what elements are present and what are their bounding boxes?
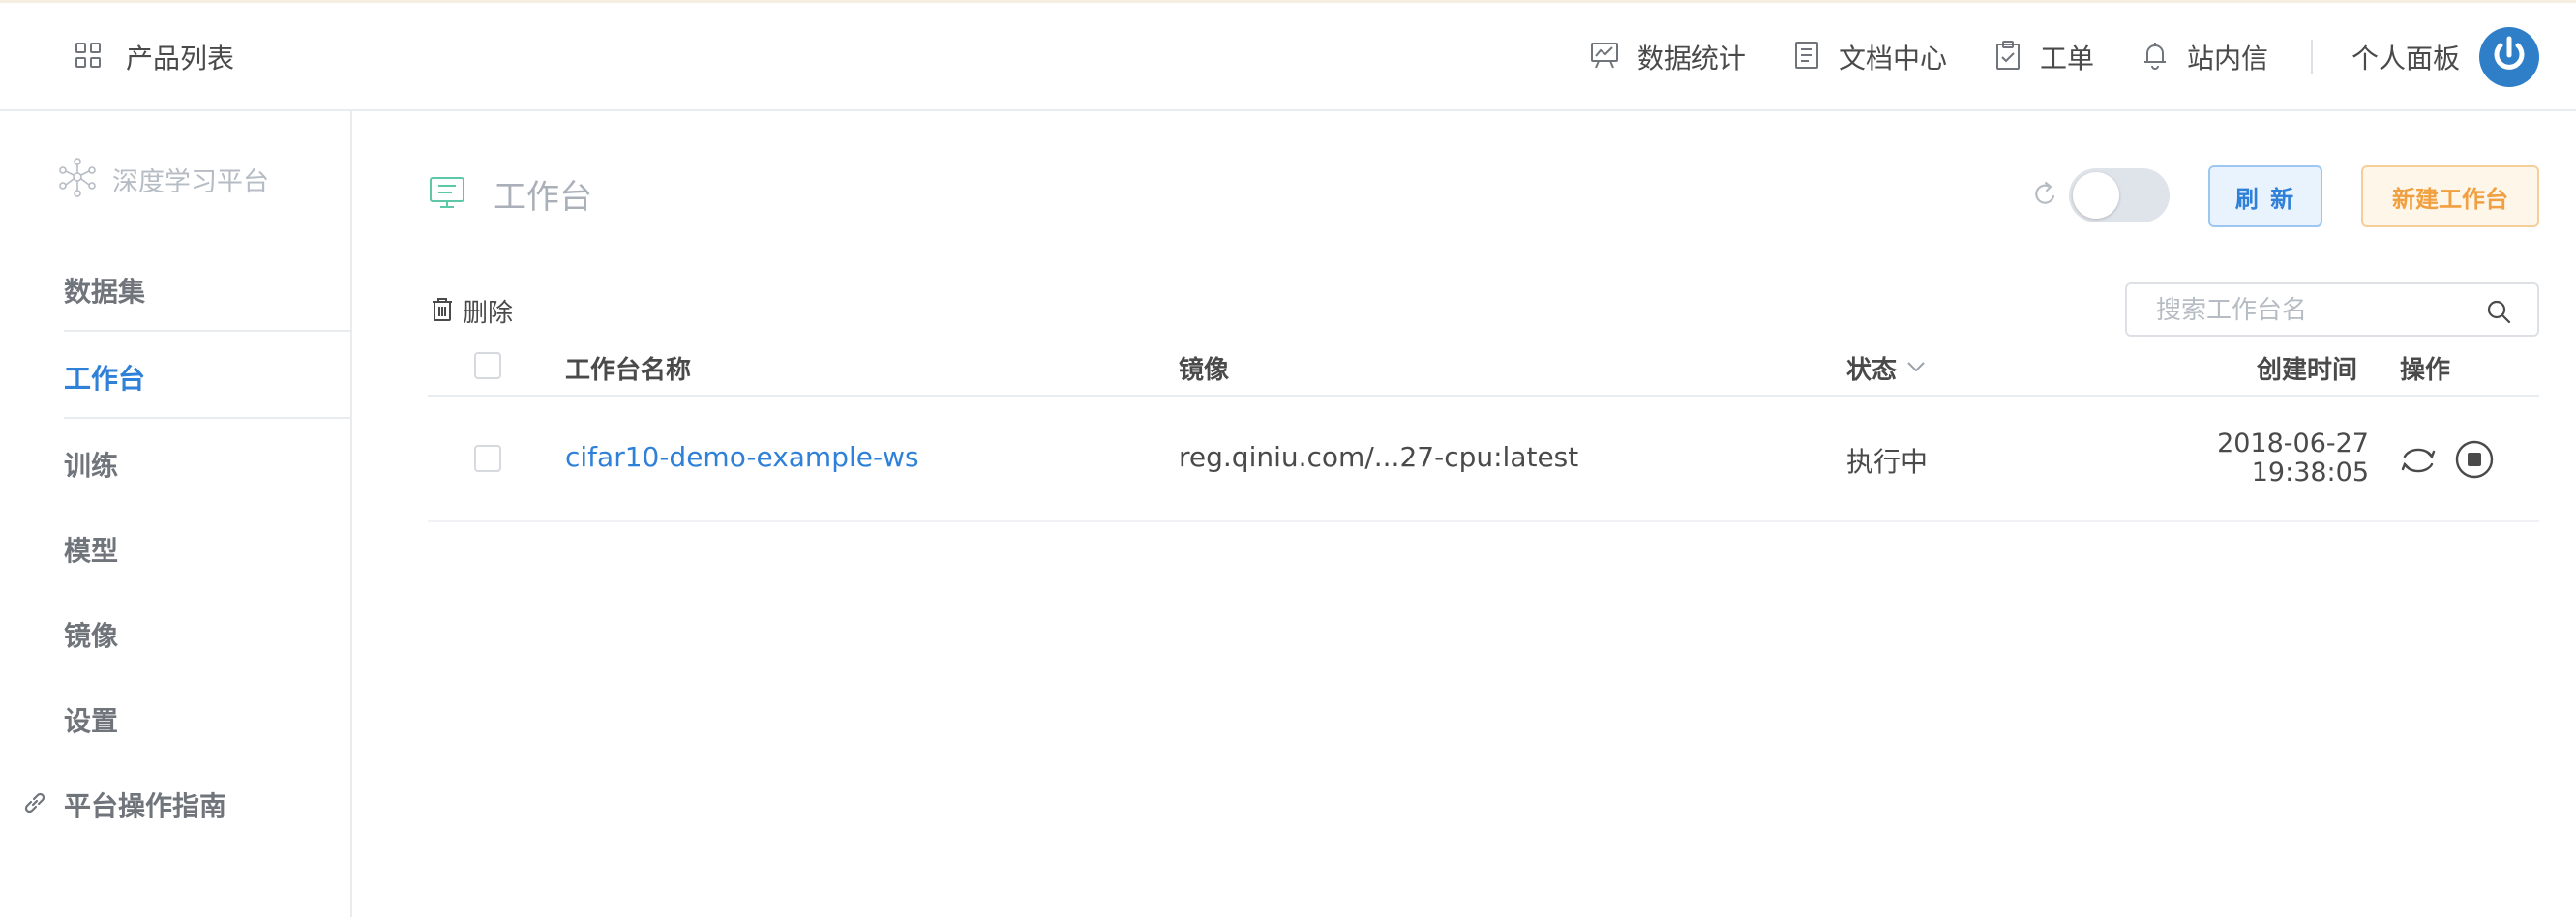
nav-data-stats[interactable]: 数据统计	[1589, 38, 1746, 76]
stop-icon[interactable]	[2454, 439, 2495, 484]
toggle-knob	[2073, 172, 2119, 219]
nav-messages-label: 站内信	[2186, 43, 2268, 74]
auto-refresh-toggle[interactable]	[2069, 168, 2170, 222]
auto-refresh-icon	[2030, 179, 2059, 214]
nav-data-stats-label: 数据统计	[1636, 43, 1746, 74]
top-nav: 数据统计 文档中心 工单 站内信 个人面板	[1543, 3, 2539, 111]
document-icon	[1792, 40, 1821, 74]
brand: 深度学习平台	[56, 156, 269, 202]
top-bar: 产品列表 数据统计 文档中心 工单 站内信 个人面板	[0, 0, 2576, 111]
new-workbench-button[interactable]: 新建工作台	[2361, 165, 2539, 227]
network-logo-icon	[56, 156, 99, 202]
col-actions: 操作	[2400, 356, 2451, 385]
table-header: 工作台名称 镜像 状态 创建时间 操作	[428, 342, 2539, 397]
nav-docs-label: 文档中心	[1838, 43, 1947, 74]
row-checkbox[interactable]	[474, 445, 501, 472]
grid-icon	[74, 41, 103, 74]
delete-button[interactable]: 删除	[430, 293, 513, 329]
sidebar-item-models[interactable]: 模型	[64, 530, 118, 569]
monitor-icon	[428, 173, 466, 216]
sidebar-item-datasets[interactable]: 数据集	[64, 271, 145, 310]
nav-divider	[2310, 40, 2313, 74]
row-created-date: 2018-06-27	[2217, 429, 2369, 458]
restart-icon[interactable]	[2400, 441, 2437, 484]
link-icon	[21, 789, 48, 820]
row-status: 执行中	[1846, 446, 1929, 478]
guide-label: 平台操作指南	[64, 790, 227, 822]
col-image: 镜像	[1179, 356, 1230, 385]
refresh-button[interactable]: 刷 新	[2208, 165, 2322, 227]
col-created: 创建时间	[2257, 356, 2358, 385]
nav-docs[interactable]: 文档中心	[1792, 38, 1947, 76]
sidebar-item-workbench[interactable]: 工作台	[64, 358, 145, 397]
product-list-menu[interactable]: 产品列表	[74, 38, 234, 76]
sidebar-item-training[interactable]: 训练	[64, 445, 118, 484]
col-name: 工作台名称	[565, 356, 692, 385]
sidebar-item-settings[interactable]: 设置	[64, 700, 118, 739]
delete-label: 删除	[463, 299, 514, 328]
page-title: 工作台	[494, 178, 592, 217]
col-status[interactable]: 状态	[1846, 350, 1928, 386]
col-status-label: 状态	[1846, 356, 1898, 385]
sidebar-divider	[64, 417, 352, 419]
avatar[interactable]	[2479, 27, 2539, 87]
sidebar-item-images[interactable]: 镜像	[64, 615, 118, 654]
product-list-label: 产品列表	[126, 43, 235, 74]
table-row: cifar10-demo-example-ws reg.qiniu.com/..…	[428, 397, 2539, 522]
search-input[interactable]	[2156, 294, 2475, 327]
bell-icon	[2141, 40, 2170, 74]
power-icon	[2488, 34, 2531, 80]
clipboard-icon	[1993, 40, 2022, 74]
row-created: 2018-06-27 19:38:05	[2117, 429, 2369, 488]
chevron-down-icon	[1904, 354, 1928, 383]
row-image: reg.qiniu.com/...27-cpu:latest	[1179, 441, 1579, 473]
sidebar-item-guide[interactable]: 平台操作指南	[21, 785, 226, 824]
chart-icon	[1589, 40, 1620, 74]
nav-tickets[interactable]: 工单	[1993, 38, 2094, 76]
trash-icon	[430, 296, 455, 327]
sidebar-divider	[64, 330, 352, 332]
search-box	[2125, 282, 2539, 337]
row-created-time: 19:38:05	[2251, 458, 2369, 488]
nav-messages[interactable]: 站内信	[2141, 38, 2268, 76]
nav-tickets-label: 工单	[2039, 43, 2094, 74]
workbench-table: 工作台名称 镜像 状态 创建时间 操作 cifar10-demo-example…	[428, 342, 2539, 522]
user-panel-link[interactable]: 个人面板	[2351, 38, 2460, 76]
sidebar: 深度学习平台 数据集 工作台 训练 模型 镜像 设置 平台操作指南	[0, 111, 352, 917]
workbench-name-link[interactable]: cifar10-demo-example-ws	[565, 441, 919, 473]
select-all-checkbox[interactable]	[474, 352, 501, 379]
page-header: 工作台	[428, 170, 592, 218]
brand-name: 深度学习平台	[112, 166, 269, 197]
search-icon[interactable]	[2485, 298, 2512, 329]
